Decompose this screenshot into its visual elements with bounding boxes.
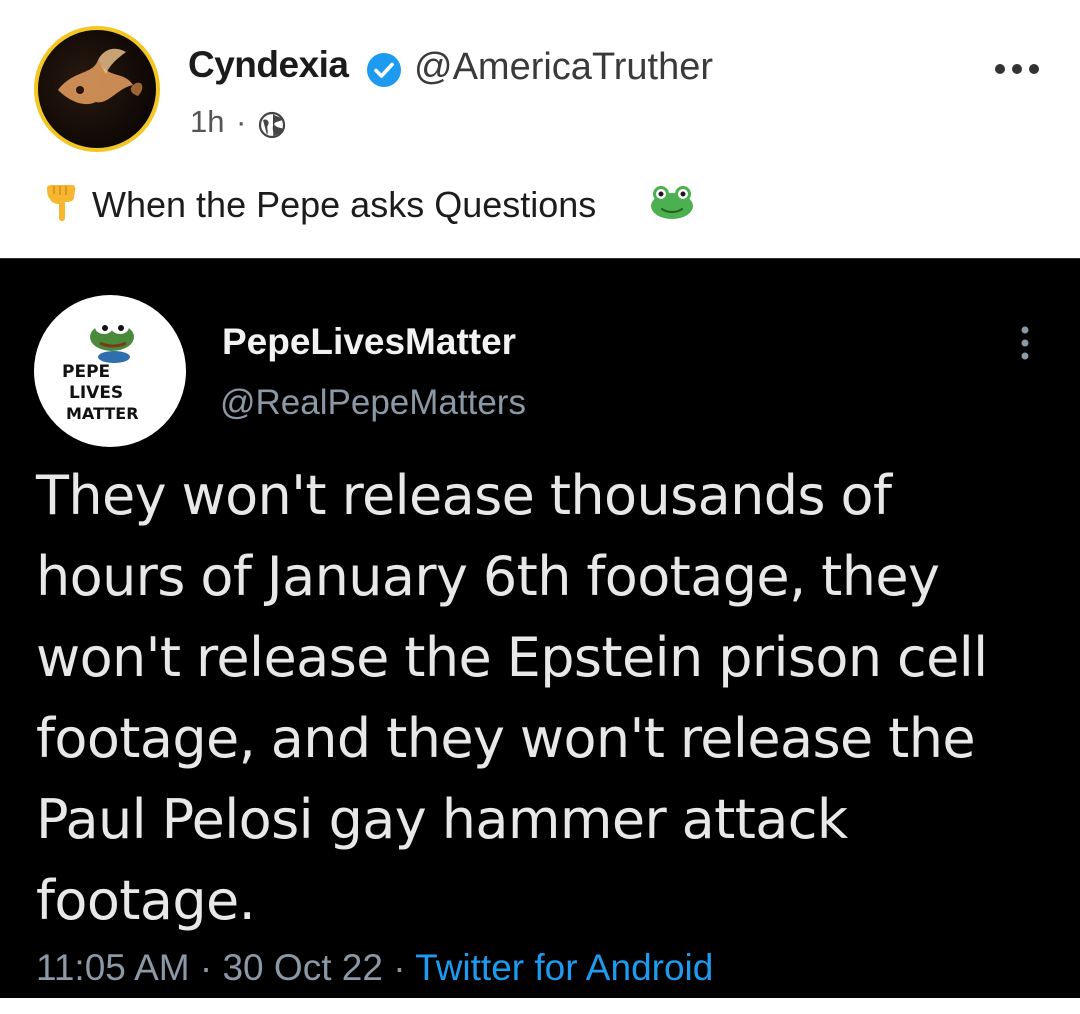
tweet-body-text: They won't release thousands of hours of…	[36, 464, 988, 932]
logo-text-line1: PEPE	[62, 362, 110, 382]
frog-face-icon	[651, 186, 693, 219]
logo-text-line2: LIVES	[69, 383, 123, 403]
tweet-author-name[interactable]: PepeLivesMatter	[222, 321, 516, 363]
tweet-avatar[interactable]: PEPE LIVES MATTER	[34, 295, 186, 447]
author-name[interactable]: Cyndexia	[188, 44, 349, 86]
tweet-source-link[interactable]: Twitter for Android	[415, 947, 713, 988]
pepe-lives-matter-logo: PEPE LIVES MATTER	[62, 320, 139, 423]
verified-check-icon	[367, 53, 401, 87]
tweet-date[interactable]: 30 Oct 22	[222, 947, 382, 988]
author-handle[interactable]: @AmericaTruther	[414, 46, 713, 89]
globe-icon	[258, 111, 286, 139]
tweet-time[interactable]: 11:05 AM	[36, 947, 190, 988]
outer-post-header: Cyndexia @AmericaTruther 1h · When the P…	[0, 0, 1080, 258]
avatar[interactable]	[34, 26, 160, 152]
more-vertical-icon[interactable]	[1018, 325, 1032, 361]
avatar-image	[58, 48, 143, 105]
post-caption: When the Pepe asks Questions	[92, 184, 597, 225]
bottom-divider	[0, 998, 1080, 1014]
pointing-down-hand-icon	[47, 185, 76, 221]
more-horizontal-icon[interactable]	[992, 58, 1042, 80]
meta-separator: ·	[199, 947, 213, 988]
logo-text-line3: MATTER	[66, 404, 139, 423]
meta-separator: ·	[393, 947, 406, 988]
tweet-author-handle[interactable]: @RealPepeMatters	[220, 383, 526, 423]
tweet-meta: 11:05 AM · 30 Oct 22 · Twitter for Andro…	[36, 947, 713, 989]
meta-separator: ·	[236, 104, 247, 139]
embedded-tweet[interactable]: PEPE LIVES MATTER PepeLivesMatter @RealP…	[0, 258, 1080, 999]
post-timestamp[interactable]: 1h	[190, 104, 224, 140]
